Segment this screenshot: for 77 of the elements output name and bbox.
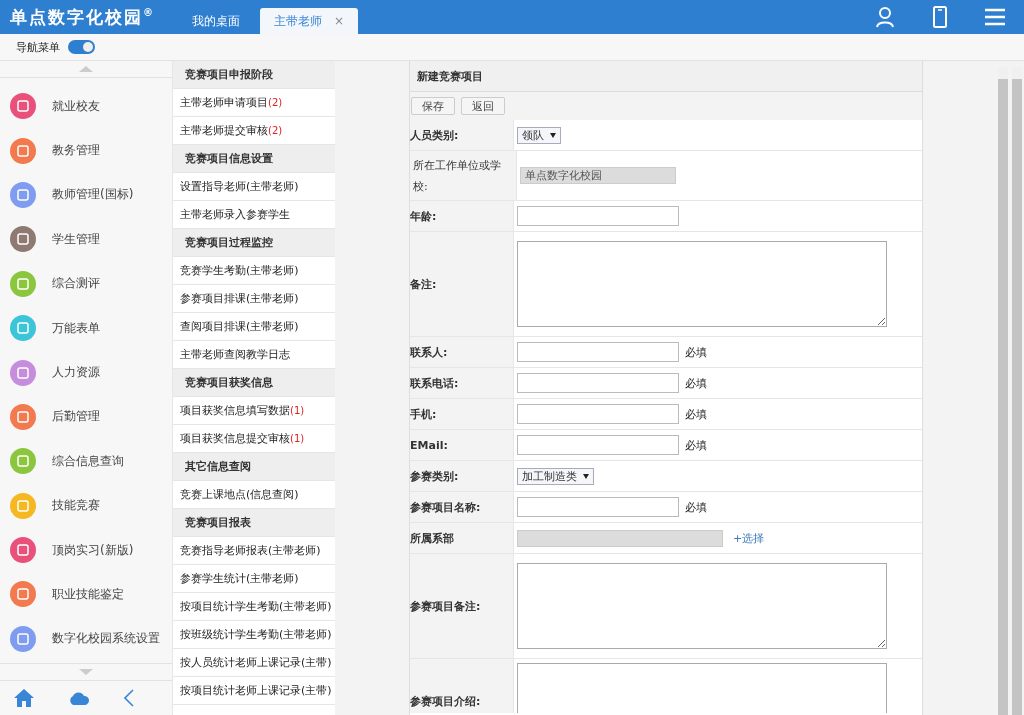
- select-field[interactable]: 加工制造类: [517, 467, 594, 485]
- menu-heading: 竞赛项目过程监控: [173, 229, 335, 257]
- select-field[interactable]: 领队: [517, 126, 561, 144]
- field-label: 参赛类别:: [410, 461, 514, 491]
- sidebar-item[interactable]: 技能竞赛: [52, 497, 100, 515]
- scroll-down-icon[interactable]: [79, 669, 93, 675]
- sidebar-item[interactable]: 后勤管理: [52, 408, 100, 426]
- menu-item[interactable]: 查阅项目排课(主带老师): [173, 313, 335, 341]
- text-area[interactable]: [517, 563, 887, 649]
- menu-item[interactable]: 项目获奖信息填写数据(1): [173, 397, 335, 425]
- phone-icon[interactable]: [932, 6, 948, 28]
- menu-heading: 竞赛项目申报阶段: [173, 61, 335, 89]
- sidebar-item[interactable]: 综合测评: [52, 275, 100, 293]
- sidebar-item[interactable]: 数字化校园系统设置: [52, 630, 160, 648]
- scroll-up-icon[interactable]: [79, 66, 93, 72]
- field-label: EMail:: [410, 430, 514, 460]
- menu-heading: 竞赛项目获奖信息: [173, 369, 335, 397]
- field-label: 人员类别:: [410, 120, 514, 150]
- input-field[interactable]: [517, 404, 679, 424]
- menu-icon[interactable]: [984, 8, 1006, 26]
- menu-item[interactable]: 按项目统计老师上课记录(主带): [173, 677, 335, 705]
- menu-item[interactable]: 设置指导老师(主带老师): [173, 173, 335, 201]
- input-field[interactable]: [517, 342, 679, 362]
- sidebar-item[interactable]: 顶岗实习(新版): [52, 541, 134, 559]
- input-field[interactable]: [517, 373, 679, 393]
- menu-item[interactable]: 按项目统计学生考勤(主带老师): [173, 593, 335, 621]
- field-label: 参赛项目名称:: [410, 492, 514, 522]
- input-field[interactable]: [517, 206, 679, 226]
- required-note: 必填: [685, 344, 707, 360]
- sidebar-item[interactable]: 职业技能鉴定: [52, 586, 124, 603]
- home-icon[interactable]: [14, 689, 34, 707]
- field-label: 联系电话:: [410, 368, 514, 398]
- menu-heading: 竞赛项目信息设置: [173, 145, 335, 173]
- sidebar-item[interactable]: 学生管理: [52, 230, 100, 248]
- sidebar-item[interactable]: 综合信息查询: [52, 452, 124, 470]
- field-label: 备注:: [410, 232, 514, 336]
- menu-item[interactable]: 参赛项目排课(主带老师): [173, 285, 335, 313]
- readonly-field: 单点数字化校园: [520, 167, 676, 184]
- app-logo: 单点数字化校园$^{®}$: [9, 5, 154, 29]
- form-button[interactable]: 保存: [411, 97, 455, 115]
- menu-item[interactable]: 竞赛学生考勤(主带老师): [173, 257, 335, 285]
- nav-toggle[interactable]: [68, 40, 95, 54]
- sidebar-item[interactable]: 万能表单: [52, 319, 100, 337]
- menu-item[interactable]: 主带老师申请项目(2): [173, 89, 335, 117]
- sidebar-item[interactable]: 人力资源: [52, 364, 100, 382]
- field-label: 年龄:: [410, 201, 514, 231]
- select-link[interactable]: +选择: [733, 530, 765, 546]
- text-area[interactable]: [517, 241, 887, 327]
- user-icon[interactable]: [874, 6, 896, 28]
- required-note: 必填: [685, 375, 707, 391]
- tab[interactable]: 我的桌面: [178, 8, 254, 34]
- menu-heading: 竞赛项目报表: [173, 509, 335, 537]
- tab[interactable]: 主带老师 ×: [260, 8, 359, 34]
- menu-item[interactable]: 参赛学生统计(主带老师): [173, 565, 335, 593]
- required-note: 必填: [685, 437, 707, 453]
- field-label: 所属系部: [410, 523, 514, 553]
- field-label: 参赛项目介绍:: [410, 659, 514, 713]
- chevron-left-icon[interactable]: [124, 689, 134, 707]
- sidebar-item[interactable]: 就业校友: [52, 97, 100, 115]
- field-label: 所在工作单位或学校:: [410, 151, 517, 200]
- sidebar-item[interactable]: 教师管理(国标): [52, 186, 134, 204]
- field-label: 手机:: [410, 399, 514, 429]
- required-note: 必填: [685, 499, 707, 515]
- menu-item[interactable]: 按人员统计老师上课记录(主带): [173, 649, 335, 677]
- cloud-icon[interactable]: [68, 691, 90, 705]
- nav-menu-label: 导航菜单: [16, 39, 60, 55]
- input-field[interactable]: [517, 497, 679, 517]
- sidebar-item[interactable]: 教务管理: [52, 142, 100, 160]
- menu-heading: 其它信息查阅: [173, 453, 335, 481]
- form-button[interactable]: 返回: [461, 97, 505, 115]
- field-label: 联系人:: [410, 337, 514, 367]
- form-title: 新建竞赛项目: [410, 61, 922, 92]
- menu-item[interactable]: 竞赛指导老师报表(主带老师): [173, 537, 335, 565]
- field-label: 参赛项目备注:: [410, 554, 514, 658]
- menu-item[interactable]: 按班级统计学生考勤(主带老师): [173, 621, 335, 649]
- input-field[interactable]: [517, 435, 679, 455]
- required-note: 必填: [685, 406, 707, 422]
